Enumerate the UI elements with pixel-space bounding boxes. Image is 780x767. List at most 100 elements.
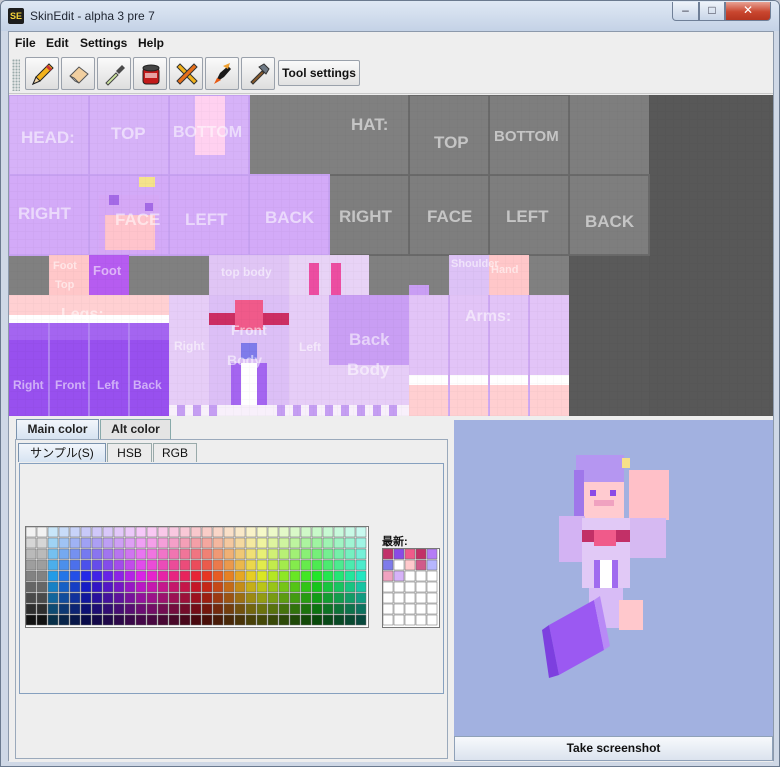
- swatch-cell[interactable]: [80, 570, 92, 582]
- swatch-cell[interactable]: [223, 603, 235, 615]
- recent-swatch-cell[interactable]: [393, 614, 405, 626]
- fill-tool-button[interactable]: [133, 57, 167, 90]
- swatch-cell[interactable]: [146, 581, 158, 593]
- swatch-cell[interactable]: [36, 581, 48, 593]
- swatch-cell[interactable]: [234, 559, 246, 571]
- swatch-cell[interactable]: [36, 614, 48, 626]
- recent-swatch-cell[interactable]: [393, 559, 405, 571]
- swatch-cell[interactable]: [322, 570, 334, 582]
- swatch-cell[interactable]: [80, 592, 92, 604]
- swatch-cell[interactable]: [322, 592, 334, 604]
- close-button[interactable]: ✕: [725, 2, 771, 21]
- swatch-cell[interactable]: [146, 570, 158, 582]
- swatch-cell[interactable]: [344, 526, 356, 538]
- swatch-cell[interactable]: [223, 581, 235, 593]
- swatch-cell[interactable]: [344, 614, 356, 626]
- swatch-cell[interactable]: [25, 548, 37, 560]
- recent-swatch-cell[interactable]: [426, 570, 438, 582]
- eraser-tool-button[interactable]: [61, 57, 95, 90]
- swatch-cell[interactable]: [135, 570, 147, 582]
- swatch-cell[interactable]: [234, 548, 246, 560]
- swatch-cell[interactable]: [278, 614, 290, 626]
- swatch-cell[interactable]: [355, 559, 367, 571]
- swatch-cell[interactable]: [25, 614, 37, 626]
- swatch-cell[interactable]: [157, 614, 169, 626]
- swatch-cell[interactable]: [25, 537, 37, 549]
- swatch-cell[interactable]: [157, 526, 169, 538]
- swatch-cell[interactable]: [311, 570, 323, 582]
- swatch-cell[interactable]: [91, 548, 103, 560]
- swatch-cell[interactable]: [234, 581, 246, 593]
- swatch-cell[interactable]: [201, 603, 213, 615]
- swatch-cell[interactable]: [256, 581, 268, 593]
- swatch-cell[interactable]: [278, 548, 290, 560]
- swatch-cell[interactable]: [300, 581, 312, 593]
- swatch-cell[interactable]: [36, 526, 48, 538]
- swatch-cell[interactable]: [113, 581, 125, 593]
- swatch-cell[interactable]: [102, 559, 114, 571]
- swatch-cell[interactable]: [289, 603, 301, 615]
- swatch-cell[interactable]: [201, 592, 213, 604]
- recent-swatch-cell[interactable]: [404, 614, 416, 626]
- recent-swatch-cell[interactable]: [404, 548, 416, 560]
- swatch-cell[interactable]: [179, 570, 191, 582]
- recent-swatch-cell[interactable]: [426, 603, 438, 615]
- recent-swatch-cell[interactable]: [415, 570, 427, 582]
- swatch-cell[interactable]: [256, 570, 268, 582]
- swatch-cell[interactable]: [300, 537, 312, 549]
- menu-edit[interactable]: Edit: [46, 36, 69, 50]
- swatch-cell[interactable]: [25, 581, 37, 593]
- swatch-cell[interactable]: [146, 614, 158, 626]
- swatch-cell[interactable]: [113, 559, 125, 571]
- recent-swatch-cell[interactable]: [382, 548, 394, 560]
- swatch-cell[interactable]: [135, 614, 147, 626]
- swatch-cell[interactable]: [135, 559, 147, 571]
- swatch-cell[interactable]: [201, 537, 213, 549]
- swatch-cell[interactable]: [223, 570, 235, 582]
- swatch-cell[interactable]: [278, 526, 290, 538]
- swatch-cell[interactable]: [113, 570, 125, 582]
- swatch-cell[interactable]: [58, 581, 70, 593]
- swatch-cell[interactable]: [80, 581, 92, 593]
- swatch-cell[interactable]: [113, 537, 125, 549]
- hammer-tool-button[interactable]: [241, 57, 275, 90]
- recent-swatch-cell[interactable]: [393, 603, 405, 615]
- swatch-cell[interactable]: [190, 548, 202, 560]
- swatch-cell[interactable]: [300, 548, 312, 560]
- swatch-cell[interactable]: [322, 548, 334, 560]
- swatch-cell[interactable]: [355, 570, 367, 582]
- swatch-cell[interactable]: [256, 548, 268, 560]
- swatch-cell[interactable]: [113, 526, 125, 538]
- swatch-cell[interactable]: [344, 603, 356, 615]
- swatch-cell[interactable]: [157, 559, 169, 571]
- swatch-cell[interactable]: [113, 614, 125, 626]
- menu-file[interactable]: File: [15, 36, 36, 50]
- swatch-cell[interactable]: [58, 526, 70, 538]
- swatch-cell[interactable]: [300, 559, 312, 571]
- swatch-cell[interactable]: [190, 581, 202, 593]
- swatch-cell[interactable]: [168, 581, 180, 593]
- swatch-cell[interactable]: [179, 581, 191, 593]
- swatch-cell[interactable]: [355, 548, 367, 560]
- recent-swatch-cell[interactable]: [426, 548, 438, 560]
- swatch-cell[interactable]: [157, 592, 169, 604]
- swatch-cell[interactable]: [267, 548, 279, 560]
- swatch-cell[interactable]: [69, 614, 81, 626]
- swatch-cell[interactable]: [124, 537, 136, 549]
- swatch-cell[interactable]: [267, 526, 279, 538]
- swatch-cell[interactable]: [91, 592, 103, 604]
- swatch-cell[interactable]: [168, 548, 180, 560]
- skin-texture[interactable]: HEAD: TOP BOTTOM HAT: TOP BOTTOM RIGHT F…: [8, 94, 773, 416]
- swatch-cell[interactable]: [58, 559, 70, 571]
- swatch-cell[interactable]: [344, 570, 356, 582]
- swatch-cell[interactable]: [58, 537, 70, 549]
- swatch-cell[interactable]: [47, 526, 59, 538]
- swatch-cell[interactable]: [179, 592, 191, 604]
- swatch-cell[interactable]: [267, 559, 279, 571]
- 3d-preview[interactable]: [454, 420, 773, 736]
- swatch-cell[interactable]: [36, 559, 48, 571]
- swatch-cell[interactable]: [245, 526, 257, 538]
- swatch-cell[interactable]: [47, 614, 59, 626]
- recent-swatch-cell[interactable]: [393, 570, 405, 582]
- swatch-cell[interactable]: [322, 559, 334, 571]
